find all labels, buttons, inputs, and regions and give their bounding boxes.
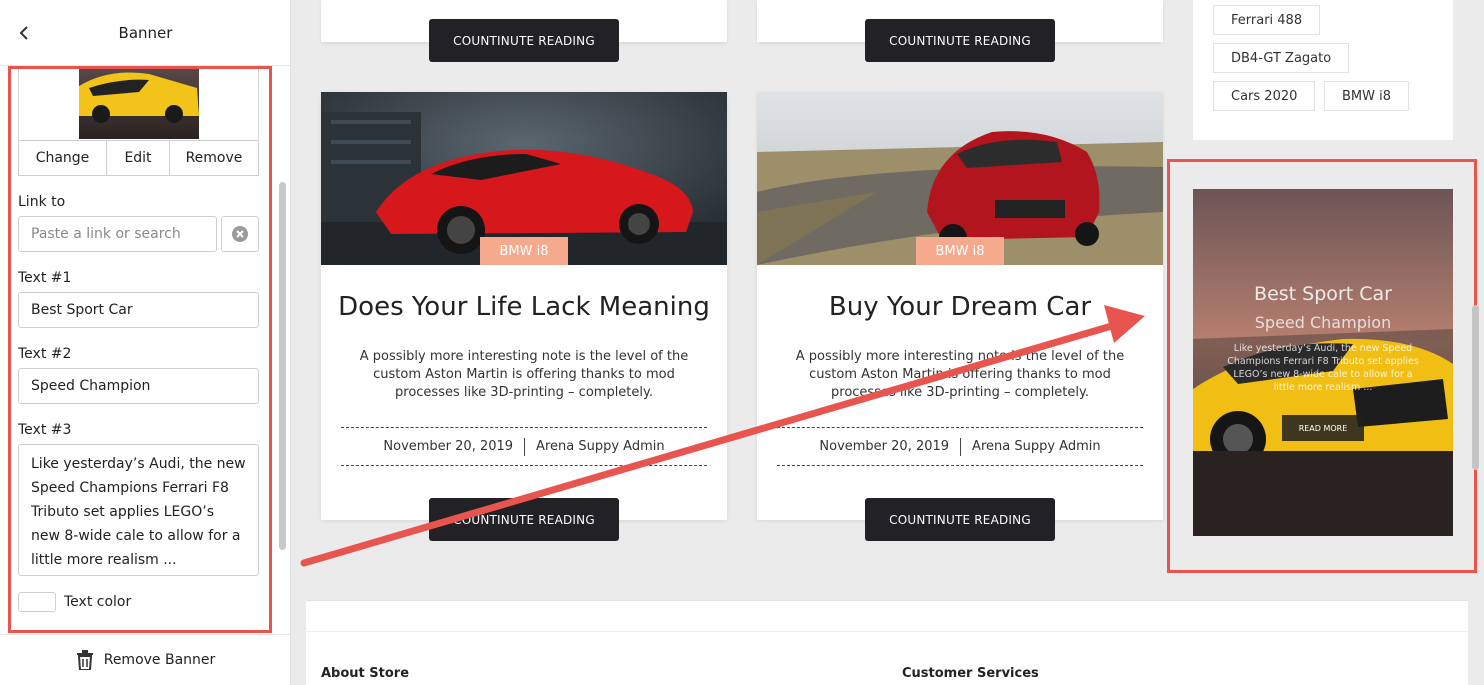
footer-services-heading: Customer Services bbox=[902, 666, 1039, 681]
preview-scrollbar[interactable] bbox=[1472, 305, 1479, 470]
annotation-arrow bbox=[300, 305, 1145, 567]
footer-about-heading: About Store bbox=[321, 666, 410, 681]
site-footer: About Store Customer Services bbox=[306, 600, 1468, 685]
